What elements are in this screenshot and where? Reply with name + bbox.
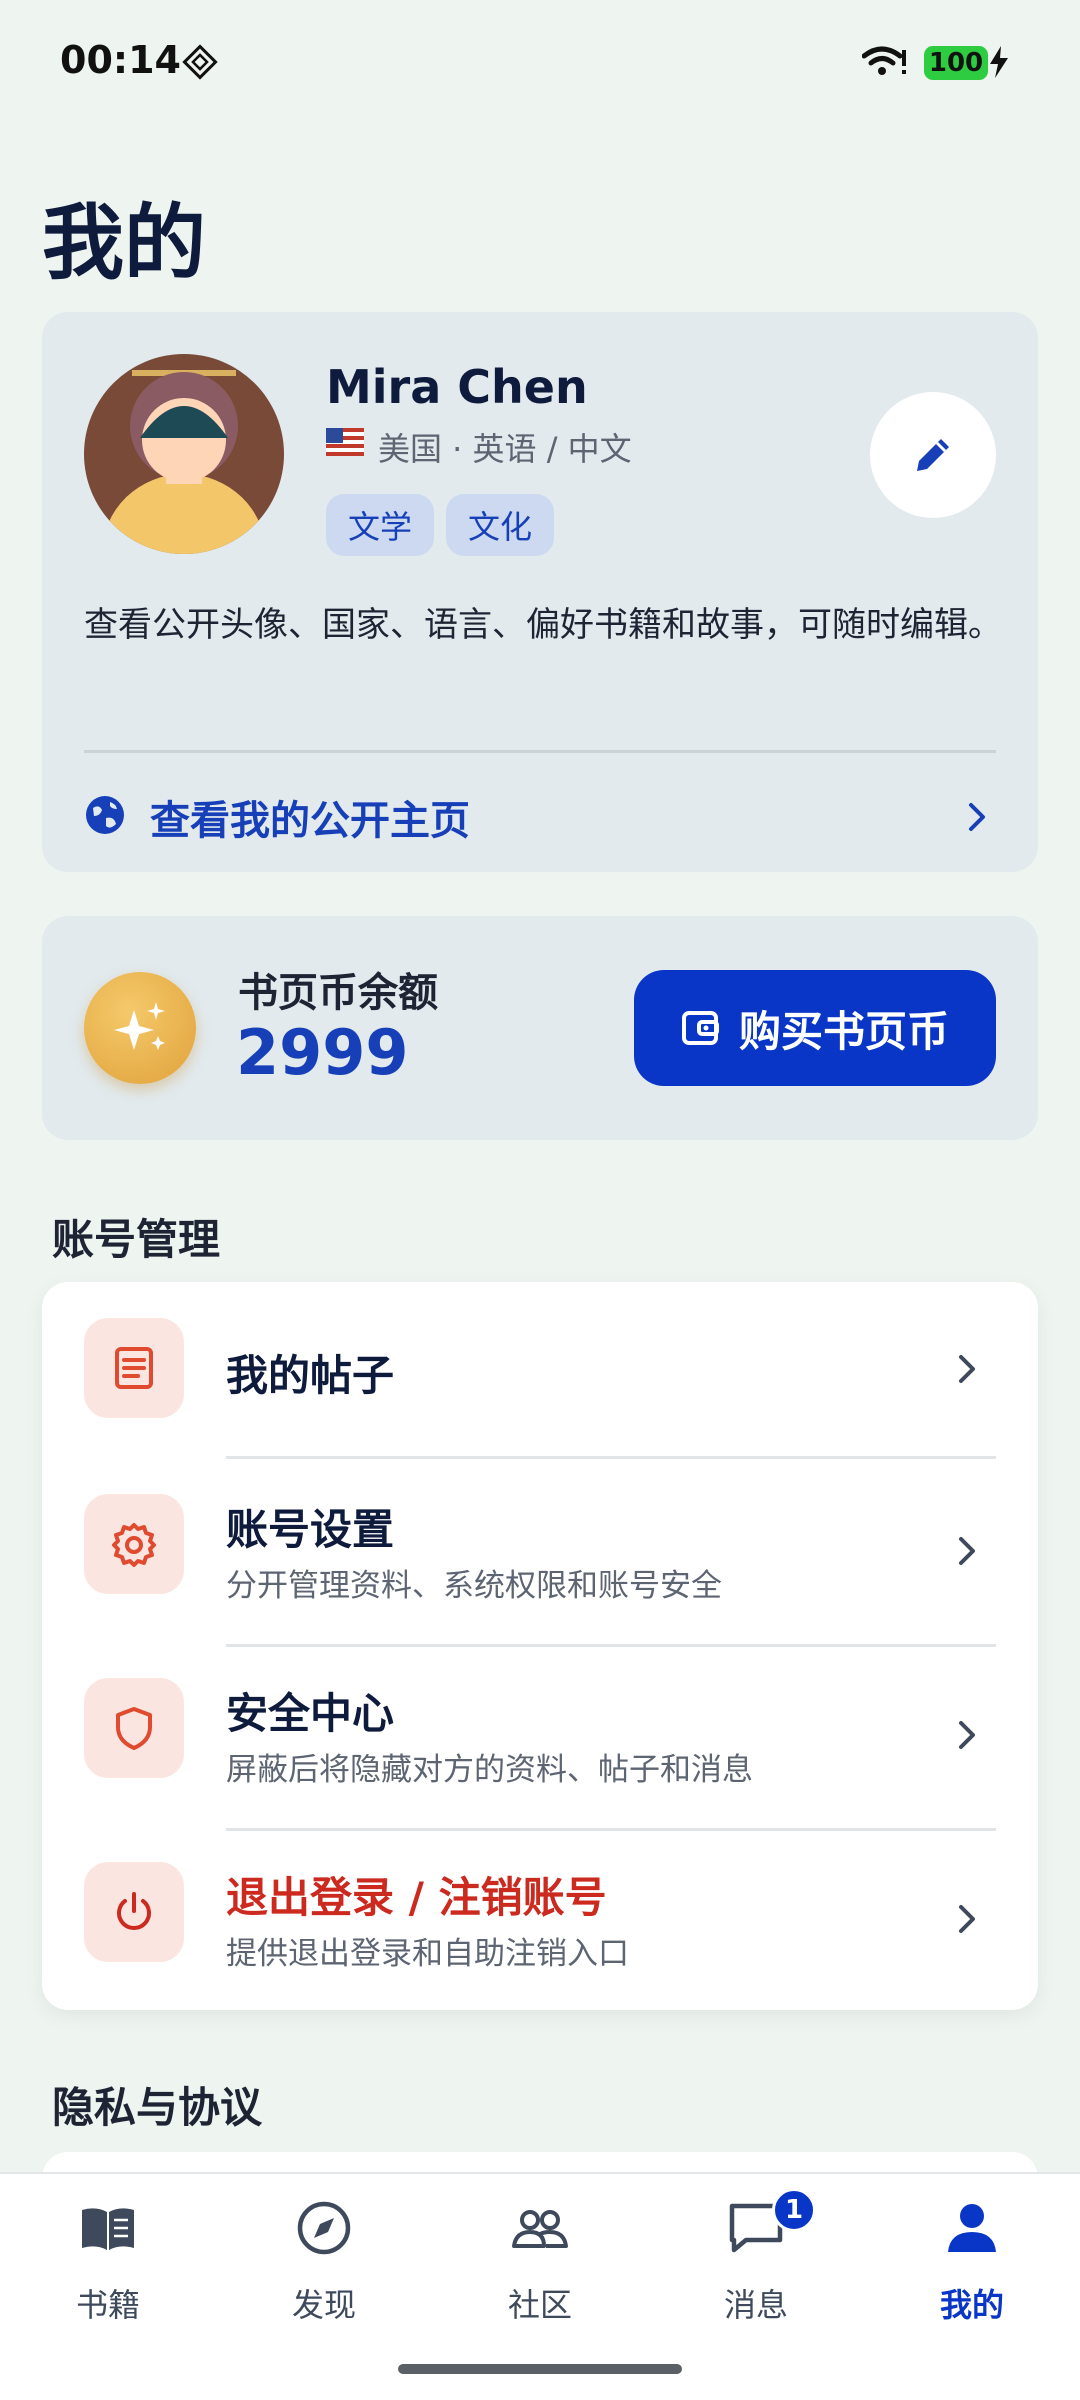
people-icon (512, 2210, 568, 2248)
interest-tags: 文学 文化 (326, 494, 555, 556)
nav-label: 我的 (939, 2286, 1004, 2324)
unread-badge: 1 (772, 2188, 816, 2232)
nav-tab-community[interactable]: 社区 (450, 2198, 630, 2328)
menu-item-security-center[interactable]: 安全中心 屏蔽后将隐藏对方的资料、帖子和消息 (42, 1648, 1038, 1831)
avatar[interactable] (84, 354, 284, 554)
nav-label: 社区 (507, 2286, 572, 2324)
home-indicator[interactable] (398, 2364, 682, 2374)
menu-item-logout[interactable]: 退出登录 / 注销账号 提供退出登录和自助注销入口 (42, 1832, 1038, 2014)
wallet-card: 书页币余额 2999 购买书页币 (42, 916, 1038, 1140)
menu-item-title: 账号设置 (226, 1505, 395, 1554)
coin-balance-label: 书页币余额 (238, 970, 438, 1016)
menu-item-title: 安全中心 (226, 1689, 395, 1738)
row-divider (226, 1828, 996, 1831)
edit-profile-button[interactable] (870, 392, 996, 518)
chevron-right-icon (959, 1355, 975, 1383)
charging-icon (990, 46, 1008, 78)
nav-tab-messages[interactable]: 1 消息 (666, 2188, 846, 2328)
profile-divider (84, 750, 996, 753)
wifi-icon (862, 46, 906, 75)
us-flag-icon (326, 428, 364, 456)
nav-tab-me[interactable]: 我的 (882, 2198, 1062, 2328)
account-section-title: 账号管理 (52, 1215, 221, 1264)
wallet-icon (681, 1011, 719, 1045)
account-menu-card: 我的帖子 账号设置 分开管理资料、系统权限和账号安全 安全中心 屏蔽后将隐藏对方… (42, 1282, 1038, 2010)
menu-item-title: 退出登录 / 注销账号 (226, 1873, 607, 1922)
tag-literature: 文学 (326, 494, 435, 556)
public-profile-label: 查看我的公开主页 (150, 798, 470, 844)
buy-coins-button[interactable]: 购买书页币 (634, 970, 996, 1086)
buy-coins-label: 购买书页币 (738, 1006, 949, 1056)
privacy-section-title: 隐私与协议 (52, 2083, 263, 2132)
document-icon (84, 1318, 184, 1418)
profile-card: Mira Chen 美国 · 英语 / 中文 文学 文化 查看公开头像、国家、语… (42, 312, 1038, 872)
nav-label: 书籍 (75, 2286, 140, 2324)
gear-icon (84, 1494, 184, 1594)
menu-item-subtitle: 屏蔽后将隐藏对方的资料、帖子和消息 (226, 1752, 753, 1788)
profile-screen: 00:14 100 我的 Mira Chen 美国 · 英语 / 中文 文学 文… (0, 0, 1080, 2400)
nav-label: 消息 (723, 2286, 788, 2324)
nav-label: 发现 (291, 2286, 356, 2324)
row-divider (226, 1456, 996, 1459)
nav-tab-discover[interactable]: 发现 (234, 2198, 414, 2328)
menu-item-subtitle: 提供退出登录和自助注销入口 (226, 1936, 629, 1972)
power-icon (84, 1862, 184, 1962)
compass-icon (297, 2201, 351, 2255)
coin-balance-value: 2999 (236, 1016, 409, 1089)
tag-culture: 文化 (446, 494, 555, 556)
person-icon (948, 2204, 996, 2252)
app-notification-icon (182, 44, 218, 80)
battery-indicator: 100 (924, 46, 988, 80)
chevron-right-icon (969, 803, 985, 831)
status-time: 00:14 (60, 38, 181, 82)
menu-item-my-posts[interactable]: 我的帖子 (42, 1282, 1038, 1464)
globe-icon (86, 796, 124, 834)
shield-icon (84, 1678, 184, 1778)
page-title: 我的 (42, 196, 207, 291)
nav-tab-books[interactable]: 书籍 (18, 2198, 198, 2328)
chevron-right-icon (959, 1537, 975, 1565)
chevron-right-icon (959, 1721, 975, 1749)
profile-description: 查看公开头像、国家、语言、偏好书籍和故事，可随时编辑。 (84, 605, 1002, 645)
chevron-right-icon (959, 1905, 975, 1933)
status-bar: 00:14 100 (0, 0, 1080, 128)
profile-languages: 美国 · 英语 / 中文 (378, 430, 632, 468)
book-icon (82, 2208, 134, 2250)
pencil-icon (917, 439, 949, 471)
menu-item-title: 我的帖子 (226, 1351, 395, 1400)
row-divider (226, 1644, 996, 1647)
menu-item-subtitle: 分开管理资料、系统权限和账号安全 (226, 1568, 722, 1604)
view-public-profile-link[interactable]: 查看我的公开主页 (84, 774, 996, 860)
menu-item-account-settings[interactable]: 账号设置 分开管理资料、系统权限和账号安全 (42, 1464, 1038, 1647)
sparkle-coin-icon (84, 972, 196, 1084)
user-name: Mira Chen (326, 360, 588, 414)
